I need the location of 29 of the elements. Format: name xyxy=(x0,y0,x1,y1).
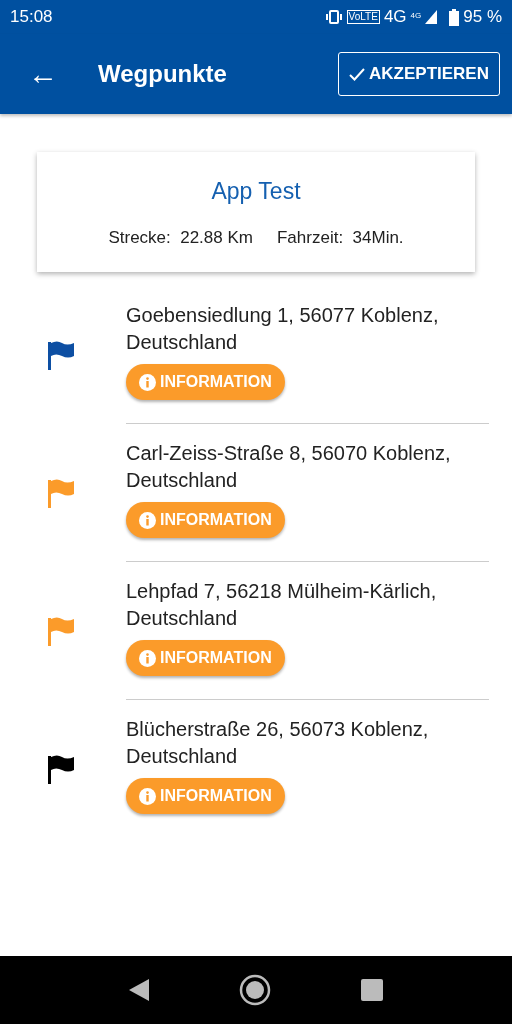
back-button[interactable]: ← xyxy=(28,59,58,89)
information-button[interactable]: INFORMATION xyxy=(126,640,285,676)
information-button[interactable]: INFORMATION xyxy=(126,364,285,400)
information-button[interactable]: INFORMATION xyxy=(126,778,285,814)
waypoint-address: Blücherstraße 26, 56073 Koblenz, Deutschland xyxy=(126,717,430,769)
accept-button[interactable]: AKZEPTIEREN xyxy=(338,52,500,96)
volte-badge: VoLTE xyxy=(346,10,380,24)
home-nav-icon[interactable] xyxy=(239,974,271,1006)
signal-type: 4G xyxy=(410,10,422,23)
info-icon xyxy=(139,511,156,529)
back-nav-icon[interactable] xyxy=(129,979,149,1001)
route-title: App Test xyxy=(210,177,302,206)
info-icon xyxy=(139,649,156,667)
battery-level: 95 % xyxy=(463,6,502,29)
waypoint-address: Goebensiedlung 1, 56077 Koblenz, Deutschland xyxy=(126,303,440,355)
signal-icon xyxy=(425,10,438,24)
check-icon xyxy=(349,67,366,81)
waypoint-address: Carl-Zeiss-Straße 8, 56070 Koblenz, Deutschland xyxy=(126,441,452,493)
vibrate-icon xyxy=(324,10,343,24)
screen-title: Wegpunkte xyxy=(98,59,227,89)
information-button[interactable]: INFORMATION xyxy=(126,502,285,538)
network-type: 4G xyxy=(383,6,407,29)
status-time: 15:08 xyxy=(10,6,53,29)
duration-text: Fahrzeit: 34Min. xyxy=(277,226,404,249)
info-icon xyxy=(139,787,156,805)
distance-text: Strecke: 22.88 Km xyxy=(108,226,253,249)
info-icon xyxy=(139,373,156,391)
waypoint-address: Lehpfad 7, 56218 Mülheim-Kärlich, Deutschland xyxy=(126,579,438,631)
battery-icon xyxy=(449,8,460,26)
